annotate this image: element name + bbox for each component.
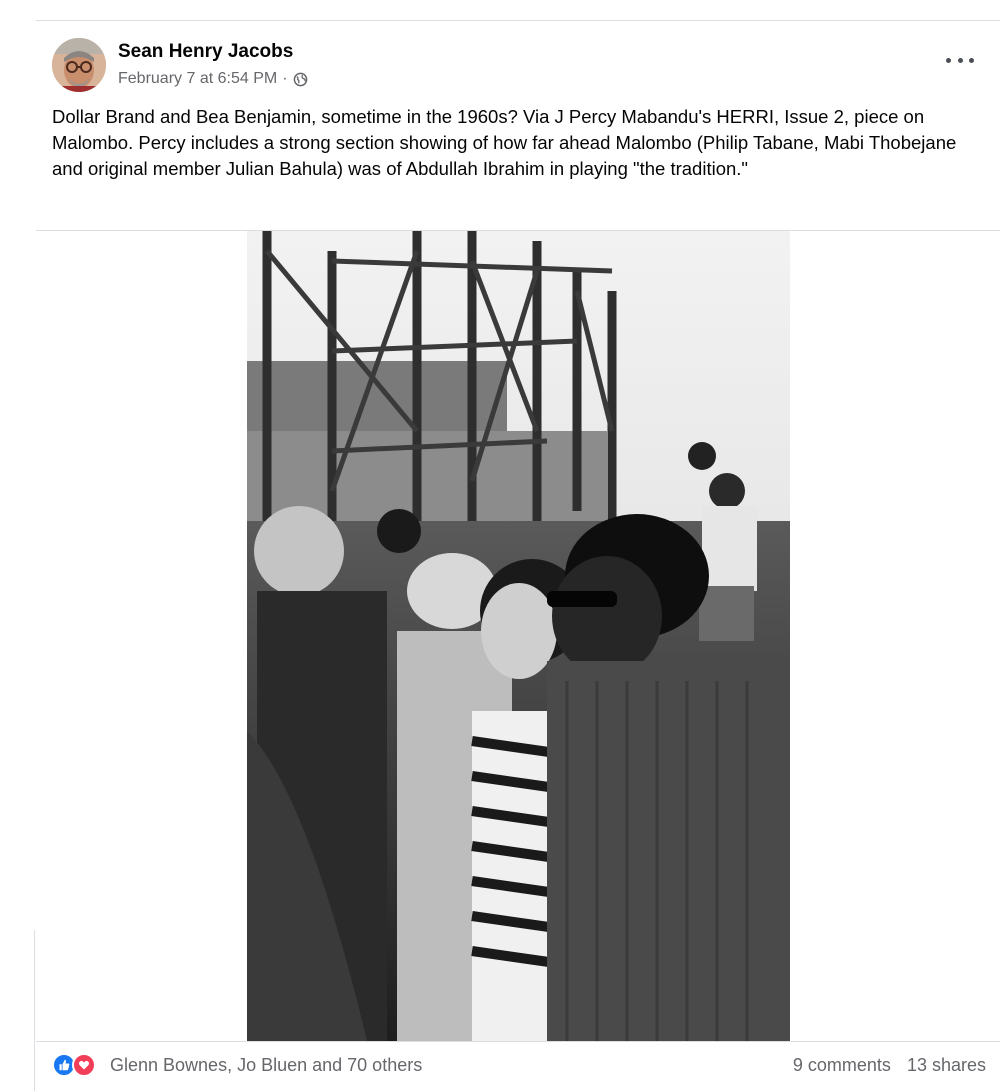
more-dot (969, 57, 974, 63)
footer-divider (36, 1041, 1000, 1042)
globe-icon[interactable] (293, 72, 308, 87)
reaction-summary[interactable]: Glenn Bownes, Jo Bluen and 70 others (52, 1053, 422, 1077)
more-dot (957, 57, 963, 63)
more-dot (946, 57, 951, 63)
reaction-icons (52, 1053, 102, 1077)
reactions-text[interactable]: Glenn Bownes, Jo Bluen and 70 others (110, 1055, 422, 1076)
comments-count[interactable]: 9 comments (793, 1055, 891, 1076)
post-stats: 9 comments 13 shares (793, 1055, 986, 1076)
post-text: Dollar Brand and Bea Benjamin, sometime … (52, 106, 957, 179)
photo-image (247, 231, 790, 1041)
meta-separator: · (282, 70, 288, 87)
post-timestamp[interactable]: February 7 at 6:54 PM (118, 70, 277, 88)
love-icon (72, 1053, 96, 1077)
post-footer: Glenn Bownes, Jo Bluen and 70 others 9 c… (52, 1050, 986, 1080)
thumbs-up-icon (59, 1059, 70, 1071)
avatar-portrait-icon (52, 38, 106, 92)
author-name[interactable]: Sean Henry Jacobs (118, 41, 293, 63)
top-divider (36, 20, 1000, 21)
heart-icon (78, 1060, 90, 1070)
post-header: Sean Henry Jacobs February 7 at 6:54 PM … (52, 38, 982, 94)
left-divider (34, 930, 35, 1091)
post-meta: February 7 at 6:54 PM · (118, 70, 308, 88)
more-options-icon[interactable] (946, 50, 974, 70)
post-photo[interactable] (247, 231, 790, 1041)
author-avatar[interactable] (52, 38, 106, 92)
shares-count[interactable]: 13 shares (907, 1055, 986, 1076)
